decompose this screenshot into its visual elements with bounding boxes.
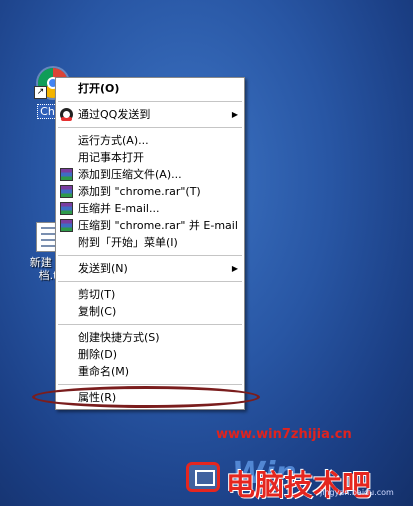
menu-separator xyxy=(58,127,242,128)
menu-item-pin-to-start-menu[interactable]: 附到「开始」菜单(I) xyxy=(56,234,244,251)
menu-item-open-with-notepad[interactable]: 用记事本打开 xyxy=(56,149,244,166)
winrar-icon xyxy=(60,202,73,215)
menu-item-label: 复制(C) xyxy=(78,305,117,318)
menu-item-label: 压缩到 "chrome.rar" 并 E-mail xyxy=(78,219,238,232)
menu-item-label: 打开(O) xyxy=(78,82,120,95)
qq-icon xyxy=(60,108,73,121)
menu-item-delete[interactable]: 删除(D) xyxy=(56,346,244,363)
menu-item-copy[interactable]: 复制(C) xyxy=(56,303,244,320)
menu-item-label: 删除(D) xyxy=(78,348,118,361)
watermark-brand-name: 电脑技术吧 xyxy=(226,468,372,502)
menu-item-create-shortcut[interactable]: 创建快捷方式(S) xyxy=(56,329,244,346)
menu-item-cut[interactable]: 剪切(T) xyxy=(56,286,244,303)
menu-separator xyxy=(58,255,242,256)
menu-separator xyxy=(58,101,242,102)
menu-item-rename[interactable]: 重命名(M) xyxy=(56,363,244,380)
menu-item-label: 用记事本打开 xyxy=(78,151,144,164)
submenu-arrow-icon: ▶ xyxy=(231,110,238,119)
winrar-icon xyxy=(60,168,73,181)
menu-item-label: 运行方式(A)... xyxy=(78,134,149,147)
context-menu: 打开(O) 通过QQ发送到 ▶ 运行方式(A)... 用记事本打开 添加到压缩文… xyxy=(55,77,245,410)
menu-item-compress-and-email[interactable]: 压缩并 E-mail... xyxy=(56,200,244,217)
menu-item-label: 剪切(T) xyxy=(78,288,116,301)
menu-item-label: 通过QQ发送到 xyxy=(78,108,151,121)
menu-item-label: 添加到压缩文件(A)... xyxy=(78,168,182,181)
watermark-url: www.win7zhijia.cn xyxy=(216,427,352,442)
menu-item-label: 附到「开始」菜单(I) xyxy=(78,236,178,249)
watermark-brand: Win 电脑技术吧 jingyan.baidu.com xyxy=(186,452,413,506)
menu-item-send-via-qq[interactable]: 通过QQ发送到 ▶ xyxy=(56,106,244,123)
watermark-small-url: jingyan.baidu.com xyxy=(320,488,394,497)
menu-item-compress-to-chrome-rar-and-email[interactable]: 压缩到 "chrome.rar" 并 E-mail xyxy=(56,217,244,234)
menu-item-open[interactable]: 打开(O) xyxy=(56,80,244,97)
menu-item-add-to-chrome-rar[interactable]: 添加到 "chrome.rar"(T) xyxy=(56,183,244,200)
winrar-icon xyxy=(60,185,73,198)
submenu-arrow-icon: ▶ xyxy=(231,264,238,273)
monitor-logo-icon xyxy=(186,462,220,492)
menu-item-label: 发送到(N) xyxy=(78,262,128,275)
menu-item-send-to[interactable]: 发送到(N) ▶ xyxy=(56,260,244,277)
menu-item-run-as[interactable]: 运行方式(A)... xyxy=(56,132,244,149)
winrar-icon xyxy=(60,219,73,232)
menu-item-label: 添加到 "chrome.rar"(T) xyxy=(78,185,201,198)
menu-item-label: 压缩并 E-mail... xyxy=(78,202,160,215)
menu-separator xyxy=(58,324,242,325)
menu-separator xyxy=(58,281,242,282)
menu-item-add-to-archive[interactable]: 添加到压缩文件(A)... xyxy=(56,166,244,183)
menu-item-label: 重命名(M) xyxy=(78,365,130,378)
properties-highlight-ellipse xyxy=(32,386,260,408)
shortcut-arrow-icon: ↗ xyxy=(34,86,47,99)
menu-separator xyxy=(58,384,242,385)
menu-item-label: 创建快捷方式(S) xyxy=(78,331,160,344)
